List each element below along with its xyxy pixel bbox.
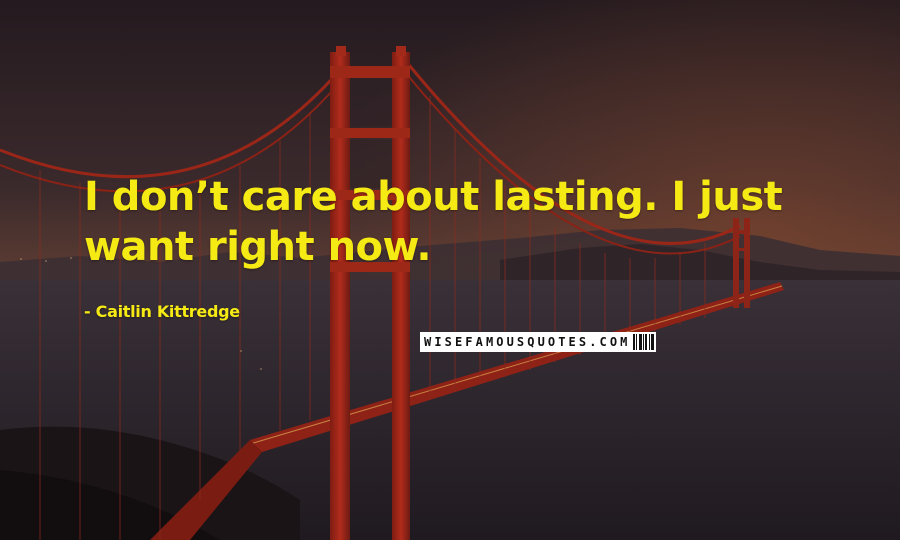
quote-block: I don’t care about lasting. I just want … bbox=[84, 172, 844, 272]
watermark-logo: WISEFAMOUSQUOTES.COM bbox=[420, 332, 656, 352]
author-name: Caitlin Kittredge bbox=[95, 302, 240, 321]
quote-author: - Caitlin Kittredge bbox=[84, 302, 240, 321]
author-dash: - bbox=[84, 302, 96, 321]
watermark-text: WISEFAMOUSQUOTES.COM bbox=[424, 335, 631, 349]
quote-text: I don’t care about lasting. I just want … bbox=[84, 174, 783, 270]
barcode-icon bbox=[632, 334, 656, 350]
